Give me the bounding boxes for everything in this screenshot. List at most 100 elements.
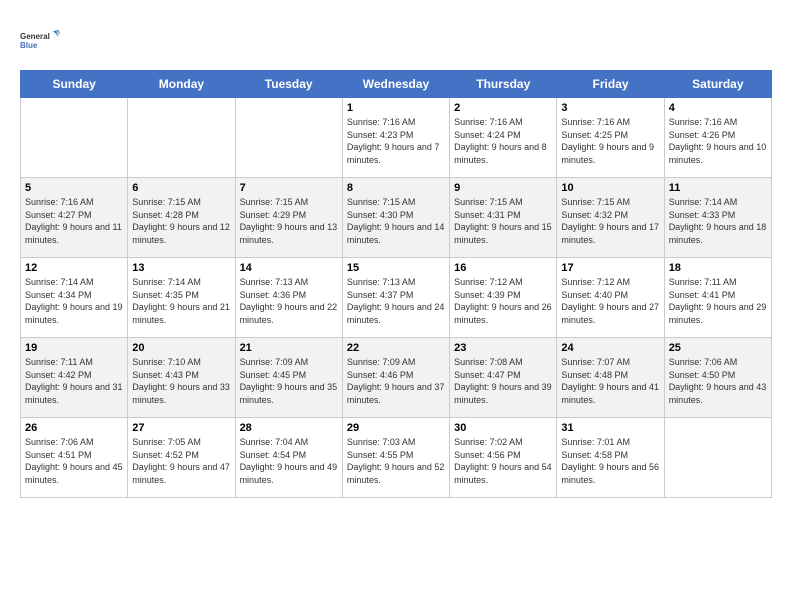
calendar-cell: 14 Sunrise: 7:13 AM Sunset: 4:36 PM Dayli… (235, 258, 342, 338)
day-number: 11 (669, 182, 767, 194)
day-number: 28 (240, 422, 338, 434)
day-number: 10 (561, 182, 659, 194)
calendar-cell: 22Sunrise: 7:09 AM Sunset: 4:46 PM Dayli… (342, 338, 449, 418)
day-number: 7 (240, 182, 338, 194)
calendar-cell: 17 Sunrise: 7:12 AM Sunset: 4:40 PM Dayli… (557, 258, 664, 338)
calendar-cell: 9Sunrise: 7:15 AM Sunset: 4:31 PM Daylig… (450, 178, 557, 258)
calendar-cell (235, 98, 342, 178)
day-number: 8 (347, 182, 445, 194)
day-number: 1 (347, 102, 445, 114)
calendar-cell: 11 Sunrise: 7:14 AM Sunset: 4:33 PM Dayli… (664, 178, 771, 258)
day-number: 13 (132, 262, 230, 274)
day-number: 12 (25, 262, 123, 274)
day-number: 18 (669, 262, 767, 274)
day-number: 26 (25, 422, 123, 434)
day-info: Sunrise: 7:15 AM Sunset: 4:28 PM Dayligh… (132, 196, 230, 246)
day-of-week-header: Sunday (21, 71, 128, 98)
day-info: Sunrise: 7:13 AM Sunset: 4:36 PM Dayligh… (240, 276, 338, 326)
day-info: Sunrise: 7:15 AM Sunset: 4:30 PM Dayligh… (347, 196, 445, 246)
day-info: Sunrise: 7:11 AM Sunset: 4:41 PM Dayligh… (669, 276, 767, 326)
calendar-week-row: 5 Sunrise: 7:16 AM Sunset: 4:27 PM Daylig… (21, 178, 772, 258)
day-info: Sunrise: 7:13 AM Sunset: 4:37 PM Dayligh… (347, 276, 445, 326)
day-info: Sunrise: 7:16 AM Sunset: 4:27 PM Dayligh… (25, 196, 123, 246)
day-of-week-header: Friday (557, 71, 664, 98)
day-info: Sunrise: 7:08 AM Sunset: 4:47 PM Dayligh… (454, 356, 552, 406)
calendar-week-row: 12 Sunrise: 7:14 AM Sunset: 4:34 PM Dayli… (21, 258, 772, 338)
calendar-cell: 3 Sunrise: 7:16 AM Sunset: 4:25 PM Daylig… (557, 98, 664, 178)
days-of-week-row: SundayMondayTuesdayWednesdayThursdayFrid… (21, 71, 772, 98)
calendar-cell: 5 Sunrise: 7:16 AM Sunset: 4:27 PM Daylig… (21, 178, 128, 258)
logo-svg: General Blue (20, 20, 60, 60)
day-info: Sunrise: 7:11 AM Sunset: 4:42 PM Dayligh… (25, 356, 123, 406)
calendar-cell: 1 Sunrise: 7:16 AM Sunset: 4:23 PM Daylig… (342, 98, 449, 178)
calendar-cell: 7 Sunrise: 7:15 AM Sunset: 4:29 PM Daylig… (235, 178, 342, 258)
svg-text:Blue: Blue (20, 41, 38, 50)
day-info: Sunrise: 7:05 AM Sunset: 4:52 PM Dayligh… (132, 436, 230, 486)
day-number: 16 (454, 262, 552, 274)
day-number: 2 (454, 102, 552, 114)
calendar-cell (128, 98, 235, 178)
calendar-table: SundayMondayTuesdayWednesdayThursdayFrid… (20, 70, 772, 498)
calendar-cell: 27 Sunrise: 7:05 AM Sunset: 4:52 PM Dayli… (128, 418, 235, 498)
day-number: 14 (240, 262, 338, 274)
day-number: 9 (454, 182, 552, 194)
day-info: Sunrise: 7:02 AM Sunset: 4:56 PM Dayligh… (454, 436, 552, 486)
day-info: Sunrise: 7:15 AM Sunset: 4:29 PM Dayligh… (240, 196, 338, 246)
calendar-cell: 2Sunrise: 7:16 AM Sunset: 4:24 PM Daylig… (450, 98, 557, 178)
calendar-cell (21, 98, 128, 178)
day-number: 5 (25, 182, 123, 194)
day-number: 3 (561, 102, 659, 114)
calendar-week-row: 19 Sunrise: 7:11 AM Sunset: 4:42 PM Dayli… (21, 338, 772, 418)
day-number: 29 (347, 422, 445, 434)
calendar-cell: 6Sunrise: 7:15 AM Sunset: 4:28 PM Daylig… (128, 178, 235, 258)
day-info: Sunrise: 7:15 AM Sunset: 4:32 PM Dayligh… (561, 196, 659, 246)
calendar-cell (664, 418, 771, 498)
calendar-cell: 16 Sunrise: 7:12 AM Sunset: 4:39 PM Dayli… (450, 258, 557, 338)
calendar-cell: 28 Sunrise: 7:04 AM Sunset: 4:54 PM Dayli… (235, 418, 342, 498)
day-of-week-header: Thursday (450, 71, 557, 98)
logo: General Blue (20, 20, 60, 60)
day-info: Sunrise: 7:12 AM Sunset: 4:39 PM Dayligh… (454, 276, 552, 326)
day-number: 25 (669, 342, 767, 354)
calendar-cell: 24Sunrise: 7:07 AM Sunset: 4:48 PM Dayli… (557, 338, 664, 418)
calendar-cell: 29 Sunrise: 7:03 AM Sunset: 4:55 PM Dayli… (342, 418, 449, 498)
day-info: Sunrise: 7:03 AM Sunset: 4:55 PM Dayligh… (347, 436, 445, 486)
calendar-week-row: 1 Sunrise: 7:16 AM Sunset: 4:23 PM Daylig… (21, 98, 772, 178)
calendar-cell: 8 Sunrise: 7:15 AM Sunset: 4:30 PM Daylig… (342, 178, 449, 258)
day-info: Sunrise: 7:06 AM Sunset: 4:51 PM Dayligh… (25, 436, 123, 486)
calendar-cell: 25Sunrise: 7:06 AM Sunset: 4:50 PM Dayli… (664, 338, 771, 418)
day-number: 17 (561, 262, 659, 274)
day-of-week-header: Wednesday (342, 71, 449, 98)
day-number: 31 (561, 422, 659, 434)
calendar-cell: 4 Sunrise: 7:16 AM Sunset: 4:26 PM Daylig… (664, 98, 771, 178)
header: General Blue (20, 20, 772, 60)
day-number: 4 (669, 102, 767, 114)
calendar-cell: 18 Sunrise: 7:11 AM Sunset: 4:41 PM Dayli… (664, 258, 771, 338)
day-of-week-header: Monday (128, 71, 235, 98)
calendar-cell: 19 Sunrise: 7:11 AM Sunset: 4:42 PM Dayli… (21, 338, 128, 418)
day-info: Sunrise: 7:09 AM Sunset: 4:46 PM Dayligh… (347, 356, 445, 406)
day-of-week-header: Saturday (664, 71, 771, 98)
calendar-cell: 31 Sunrise: 7:01 AM Sunset: 4:58 PM Dayli… (557, 418, 664, 498)
day-number: 20 (132, 342, 230, 354)
calendar-cell: 15 Sunrise: 7:13 AM Sunset: 4:37 PM Dayli… (342, 258, 449, 338)
calendar-cell: 12 Sunrise: 7:14 AM Sunset: 4:34 PM Dayli… (21, 258, 128, 338)
day-info: Sunrise: 7:04 AM Sunset: 4:54 PM Dayligh… (240, 436, 338, 486)
day-info: Sunrise: 7:10 AM Sunset: 4:43 PM Dayligh… (132, 356, 230, 406)
day-number: 27 (132, 422, 230, 434)
day-info: Sunrise: 7:16 AM Sunset: 4:25 PM Dayligh… (561, 116, 659, 166)
day-info: Sunrise: 7:14 AM Sunset: 4:34 PM Dayligh… (25, 276, 123, 326)
day-info: Sunrise: 7:09 AM Sunset: 4:45 PM Dayligh… (240, 356, 338, 406)
day-info: Sunrise: 7:12 AM Sunset: 4:40 PM Dayligh… (561, 276, 659, 326)
day-number: 15 (347, 262, 445, 274)
day-info: Sunrise: 7:16 AM Sunset: 4:23 PM Dayligh… (347, 116, 445, 166)
calendar-cell: 23Sunrise: 7:08 AM Sunset: 4:47 PM Dayli… (450, 338, 557, 418)
day-number: 21 (240, 342, 338, 354)
day-number: 19 (25, 342, 123, 354)
day-info: Sunrise: 7:14 AM Sunset: 4:33 PM Dayligh… (669, 196, 767, 246)
day-info: Sunrise: 7:16 AM Sunset: 4:26 PM Dayligh… (669, 116, 767, 166)
day-of-week-header: Tuesday (235, 71, 342, 98)
day-info: Sunrise: 7:01 AM Sunset: 4:58 PM Dayligh… (561, 436, 659, 486)
calendar-cell: 10 Sunrise: 7:15 AM Sunset: 4:32 PM Dayli… (557, 178, 664, 258)
calendar-cell: 13Sunrise: 7:14 AM Sunset: 4:35 PM Dayli… (128, 258, 235, 338)
